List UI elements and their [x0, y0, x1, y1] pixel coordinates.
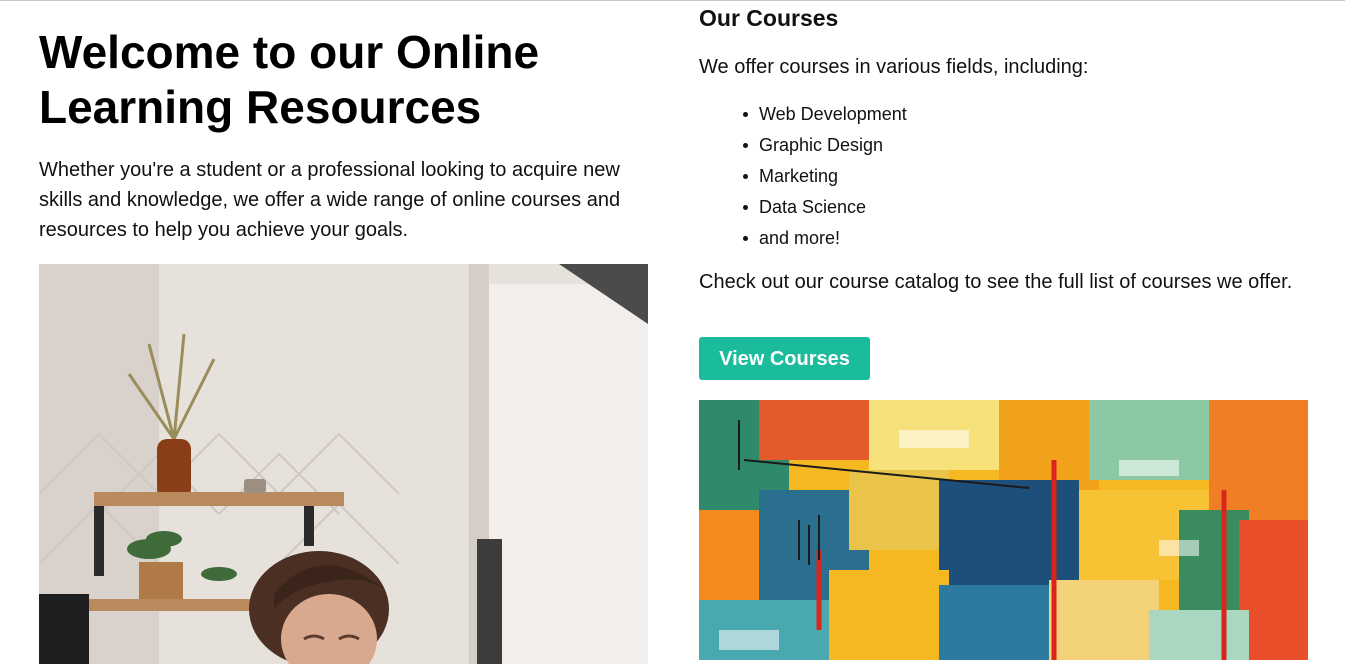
list-item: Graphic Design — [743, 130, 907, 161]
woman-at-desk-illustration — [39, 264, 648, 664]
list-item: Web Development — [743, 99, 907, 130]
view-courses-button[interactable]: View Courses — [699, 337, 870, 380]
abstract-painting-photo — [699, 400, 1308, 660]
top-border — [0, 0, 1345, 1]
page-title: Welcome to our Online Learning Resources — [39, 26, 540, 133]
abstract-painting-illustration — [699, 400, 1308, 660]
courses-heading: Our Courses — [699, 5, 839, 31]
courses-intro: We offer courses in various fields, incl… — [699, 56, 1089, 78]
list-item: Marketing — [743, 161, 907, 192]
catalog-text: Check out our course catalog to see the … — [699, 271, 1293, 293]
course-list: Web Development Graphic Design Marketing… — [699, 99, 907, 254]
list-item: Data Science — [743, 192, 907, 223]
hero-description: Whether you're a student or a profession… — [39, 159, 621, 241]
woman-at-desk-photo — [39, 264, 648, 664]
list-item: and more! — [743, 223, 907, 254]
